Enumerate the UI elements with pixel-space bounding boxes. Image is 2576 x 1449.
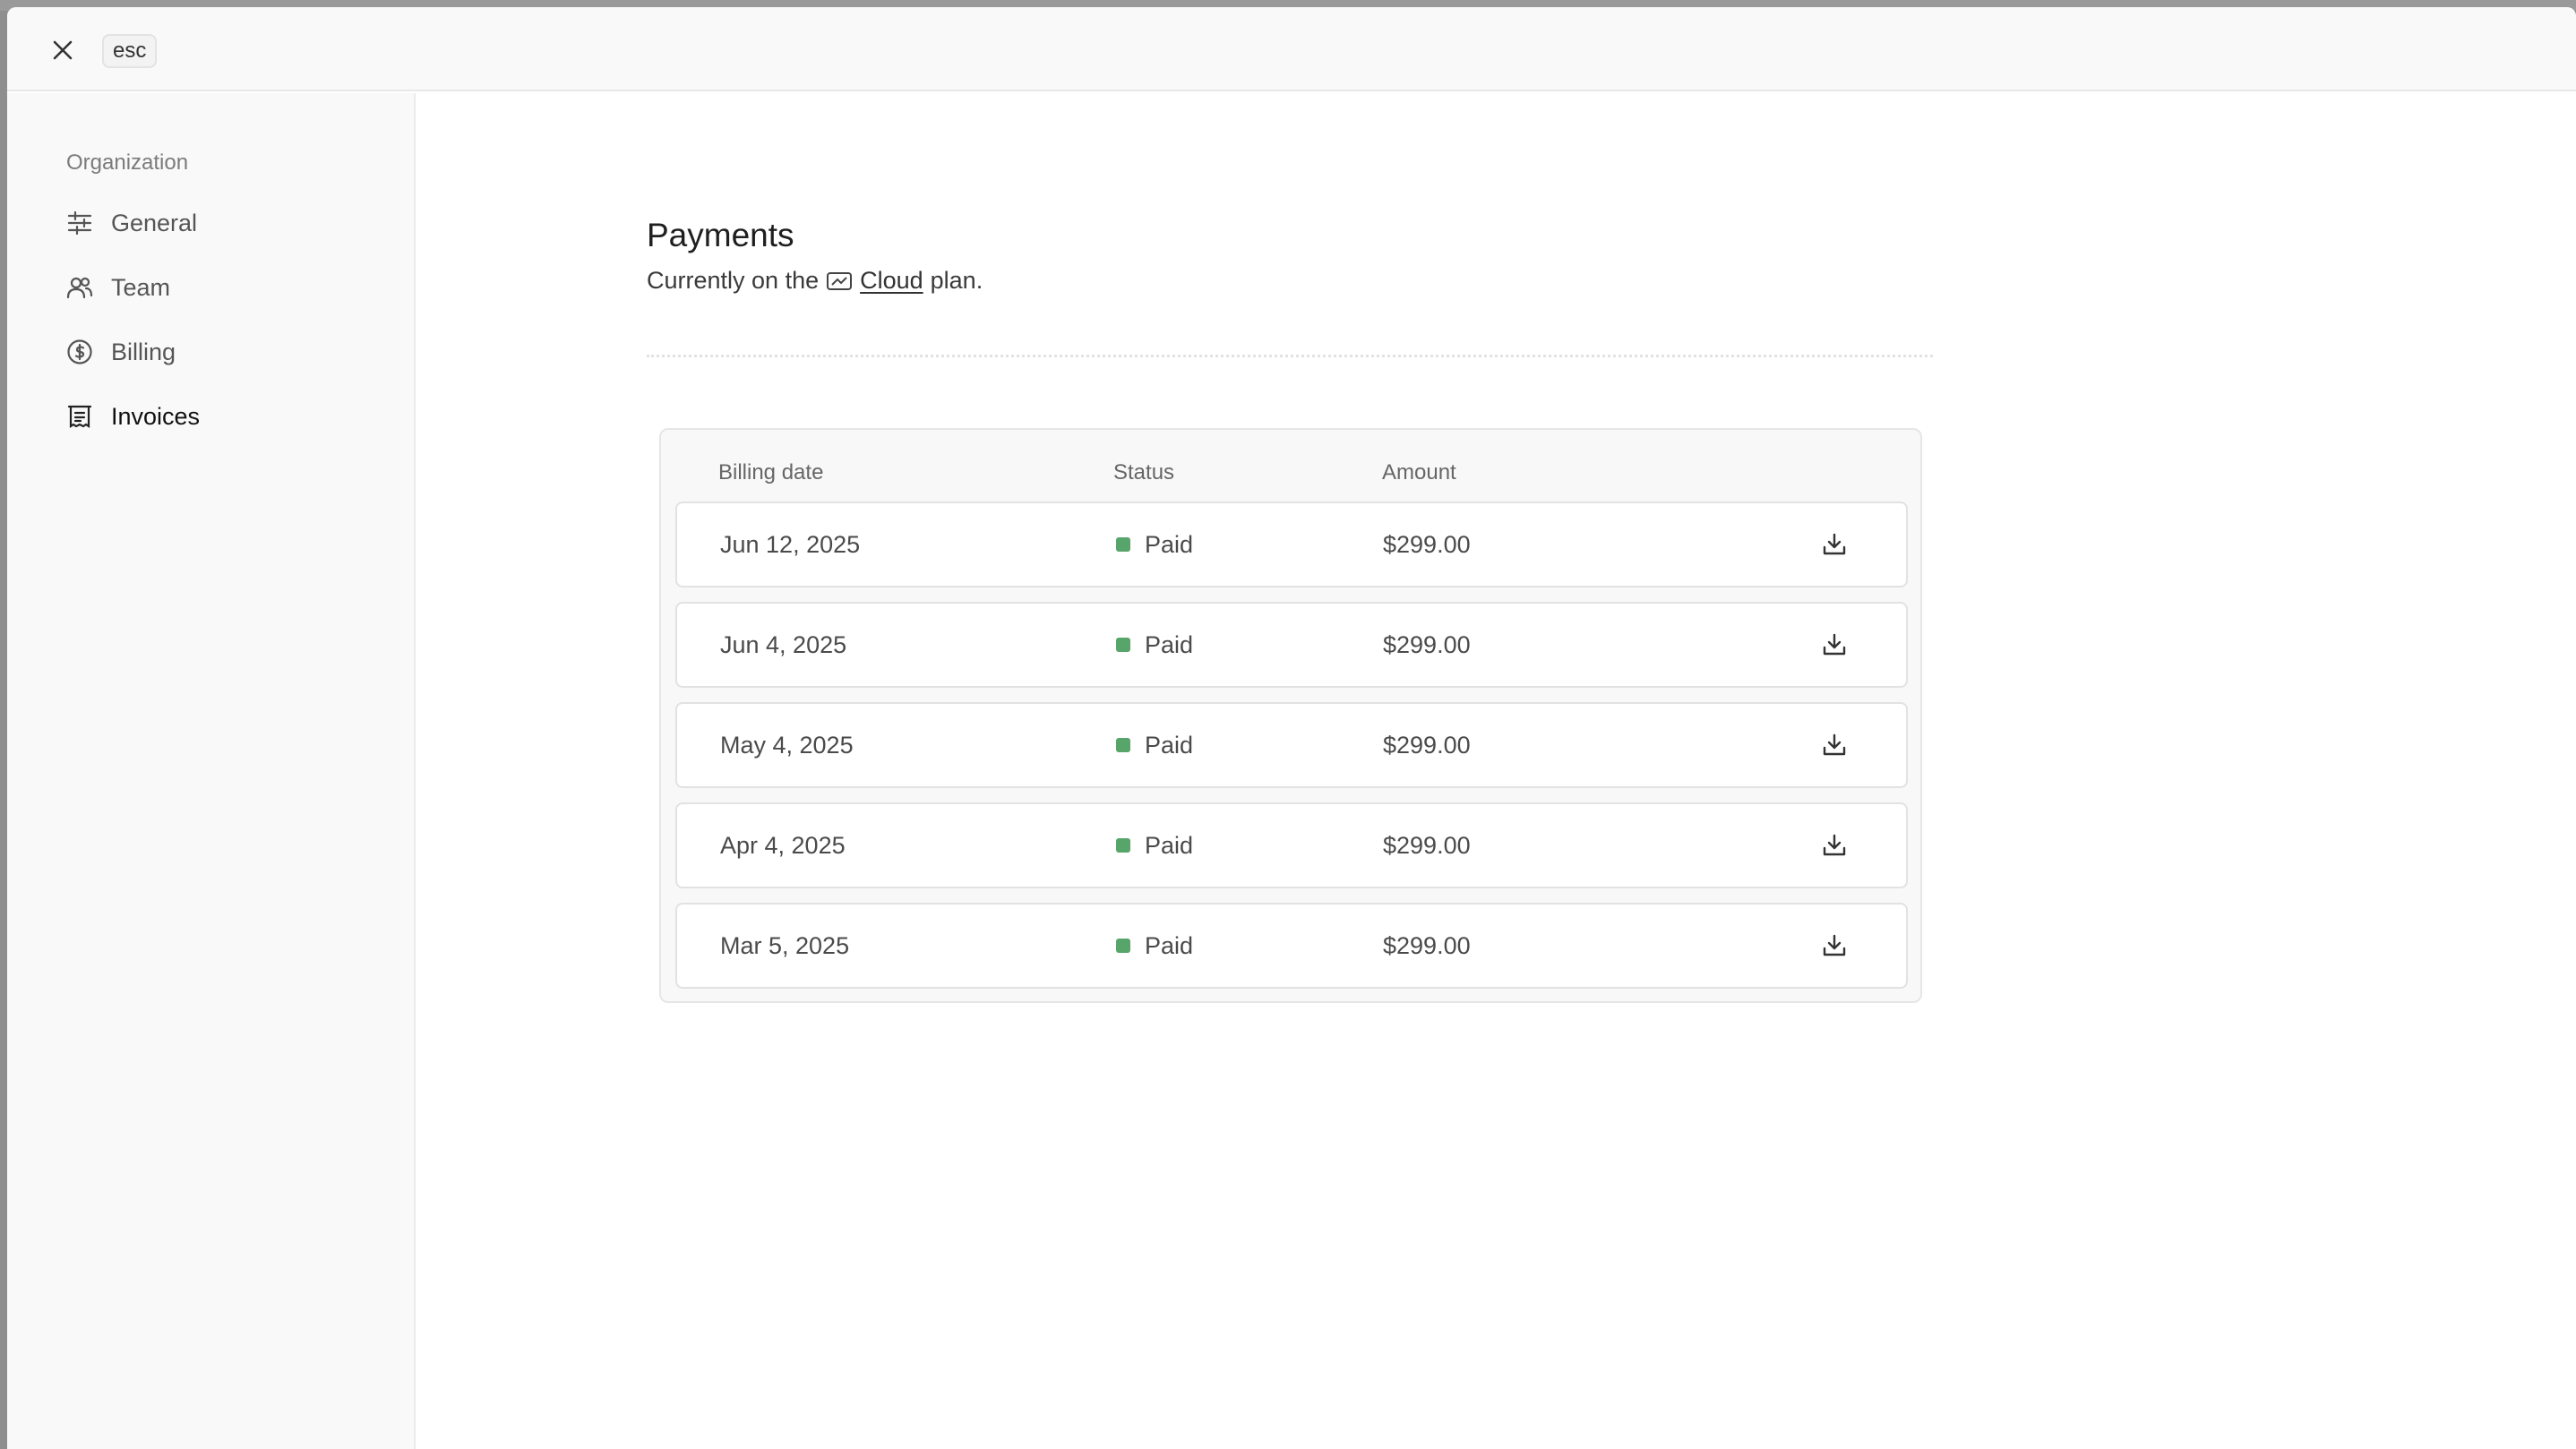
users-icon	[64, 272, 95, 303]
receipt-icon	[64, 401, 95, 432]
download-invoice-button[interactable]	[1816, 928, 1852, 964]
status-dot	[1116, 838, 1130, 853]
plan-link[interactable]: Cloud	[860, 267, 923, 295]
status-badge: Paid	[1116, 804, 1193, 887]
download-invoice-button[interactable]	[1816, 527, 1852, 562]
download-icon	[1823, 834, 1846, 856]
download-icon	[1823, 533, 1846, 555]
sidebar-item-general[interactable]: General	[64, 201, 387, 245]
esc-shortcut-badge: esc	[102, 34, 158, 68]
download-icon	[1823, 633, 1846, 656]
settings-sidebar: Organization General Team Billing Invoic…	[7, 93, 416, 1449]
status-label: Paid	[1145, 831, 1194, 859]
sidebar-item-billing[interactable]: Billing	[64, 330, 387, 374]
column-header-status: Status	[1113, 460, 1175, 484]
billing-date: Jun 12, 2025	[720, 530, 861, 558]
amount: $299.00	[1383, 530, 1471, 558]
status-badge: Paid	[1116, 503, 1193, 586]
download-invoice-button[interactable]	[1816, 727, 1852, 763]
table-row: May 4, 2025 Paid $299.00	[675, 702, 1908, 788]
billing-date: May 4, 2025	[720, 731, 854, 759]
table-row: Mar 5, 2025 Paid $299.00	[675, 903, 1908, 989]
amount: $299.00	[1383, 831, 1471, 859]
sidebar-item-label: Billing	[111, 338, 176, 365]
invoices-table: Billing date Status Amount Jun 12, 2025 …	[659, 428, 1922, 1003]
page-title: Payments	[647, 217, 794, 253]
column-header-billing-date: Billing date	[718, 460, 824, 484]
dollar-circle-icon	[64, 337, 95, 367]
status-badge: Paid	[1116, 704, 1193, 786]
section-divider	[647, 355, 1933, 357]
status-label: Paid	[1145, 931, 1194, 959]
close-icon	[53, 40, 73, 60]
sidebar-item-label: General	[111, 209, 198, 236]
sidebar-item-team[interactable]: Team	[64, 265, 387, 310]
download-invoice-button[interactable]	[1816, 827, 1852, 863]
column-header-amount: Amount	[1382, 460, 1456, 484]
sidebar-heading: Organization	[66, 150, 189, 175]
status-label: Paid	[1145, 530, 1194, 558]
ticket-icon	[827, 271, 853, 290]
plan-description: Currently on the Cloud plan.	[647, 267, 983, 295]
close-button[interactable]	[47, 34, 79, 66]
modal-topbar: esc	[7, 7, 2576, 91]
download-invoice-button[interactable]	[1816, 627, 1852, 663]
settings-modal: esc Organization General Team Billing In…	[7, 7, 2576, 1449]
amount: $299.00	[1383, 630, 1471, 658]
status-dot	[1116, 638, 1130, 652]
billing-date: Mar 5, 2025	[720, 931, 850, 959]
download-icon	[1823, 934, 1846, 956]
table-row: Jun 4, 2025 Paid $299.00	[675, 602, 1908, 688]
status-label: Paid	[1145, 630, 1194, 658]
status-dot	[1116, 537, 1130, 552]
status-dot	[1116, 939, 1130, 953]
sidebar-item-label: Team	[111, 273, 171, 301]
amount: $299.00	[1383, 731, 1471, 759]
status-badge: Paid	[1116, 905, 1193, 987]
status-label: Paid	[1145, 731, 1194, 759]
status-badge: Paid	[1116, 604, 1193, 686]
amount: $299.00	[1383, 931, 1471, 959]
table-row: Apr 4, 2025 Paid $299.00	[675, 802, 1908, 888]
plan-prefix: Currently on the	[647, 267, 820, 294]
billing-date: Apr 4, 2025	[720, 831, 846, 859]
sidebar-item-label: Invoices	[111, 402, 201, 430]
status-dot	[1116, 738, 1130, 752]
billing-date: Jun 4, 2025	[720, 630, 847, 658]
sidebar-item-invoices[interactable]: Invoices	[64, 394, 387, 439]
sliders-icon	[64, 208, 95, 238]
main-content: Payments Currently on the Cloud plan. Bi…	[417, 93, 2576, 1449]
plan-suffix: plan.	[930, 267, 983, 294]
download-icon	[1823, 733, 1846, 756]
table-row: Jun 12, 2025 Paid $299.00	[675, 502, 1908, 587]
